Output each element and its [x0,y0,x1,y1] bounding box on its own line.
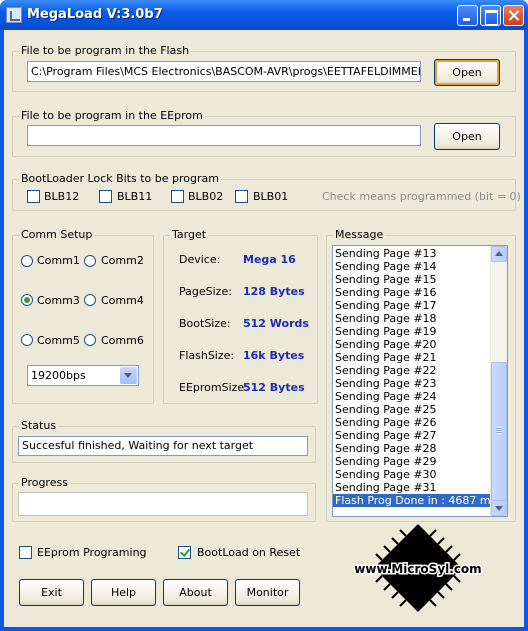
comm2-radio[interactable] [84,255,96,267]
help-button[interactable]: Help [91,579,156,606]
message-line[interactable]: Sending Page #31 [333,481,491,494]
message-line[interactable]: Sending Page #19 [333,325,491,338]
message-line[interactable]: Sending Page #20 [333,338,491,351]
message-line[interactable]: Sending Page #26 [333,416,491,429]
eeprom-programing-checkbox[interactable] [19,546,32,559]
comm5-radio[interactable] [21,334,33,346]
target-group-label: Target [170,228,209,241]
about-button[interactable]: About [163,579,228,606]
microsyl-logo: www.MicroSyl.com [338,522,498,622]
main-window: MegaLoad V:3.0b7 File to be program in t… [0,0,528,631]
app-icon[interactable] [6,7,22,23]
target-device-value: Mega 16 [243,253,296,266]
comm3-label: Comm3 [37,294,80,307]
eeprom-open-button[interactable]: Open [434,123,500,150]
flash-open-button[interactable]: Open [434,59,500,86]
eeprom-file-input[interactable] [27,125,421,146]
message-line[interactable]: Sending Page #28 [333,442,491,455]
target-flashsize-key: FlashSize: [179,349,235,362]
message-line[interactable]: Sending Page #18 [333,312,491,325]
message-lines: Sending Page #13 Sending Page #14 Sending … [333,247,496,507]
bootload-reset-label: BootLoad on Reset [197,546,301,559]
close-button[interactable] [503,5,524,26]
bootload-reset-checkbox[interactable] [178,546,191,559]
message-line[interactable]: Sending Page #13 [333,247,491,260]
comm5-label: Comm5 [37,334,80,347]
client-area: File to be program in the Flash C:\Progr… [4,30,524,627]
message-list[interactable]: Sending Page #13 Sending Page #14 Sending … [332,245,508,517]
microsyl-logo-graphic: www.MicroSyl.com [353,524,483,612]
comm2-label: Comm2 [101,254,144,267]
scroll-thumb[interactable] [491,362,507,502]
message-line[interactable]: Flash Prog Done in : 4687 ms [333,494,496,507]
exit-button[interactable]: Exit [19,579,84,606]
message-line[interactable]: Sending Page #23 [333,377,491,390]
target-bootsize-key: BootSize: [179,317,231,330]
blb11-label: BLB11 [117,190,153,203]
status-group-label: Status [19,419,59,432]
target-flashsize-value: 16k Bytes [243,349,305,362]
message-line[interactable]: Sending Page #24 [333,390,491,403]
window-title: MegaLoad V:3.0b7 [27,7,163,22]
blb12-checkbox[interactable] [27,190,40,203]
lockbits-note: Check means programmed (bit = 0) [322,190,521,203]
flash-group-label: File to be program in the Flash [19,44,192,57]
message-line[interactable]: Sending Page #22 [333,364,491,377]
comm-group-label: Comm Setup [19,228,95,241]
target-pagesize-key: PageSize: [179,285,232,298]
comm6-radio[interactable] [84,334,96,346]
eeprom-programing-label: EEprom Programing [37,546,147,559]
comm4-radio[interactable] [84,294,96,306]
message-line[interactable]: Sending Page #15 [333,273,491,286]
message-line[interactable]: Sending Page #25 [333,403,491,416]
blb12-label: BLB12 [44,190,80,203]
blb02-checkbox[interactable] [171,190,184,203]
blb01-checkbox[interactable] [235,190,248,203]
target-eepromsize-key: EEpromSize: [179,381,248,394]
message-line[interactable]: Sending Page #27 [333,429,491,442]
target-device-key: Device: [179,253,221,266]
eeprom-group-label: File to be program in the EEprom [19,109,205,122]
message-line[interactable]: Sending Page #14 [333,260,491,273]
blb11-checkbox[interactable] [99,190,112,203]
logo-text: www.MicroSyl.com [354,562,481,576]
baud-select[interactable]: 19200bps [27,365,139,386]
target-pagesize-value: 128 Bytes [243,285,305,298]
message-line[interactable]: Sending Page #30 [333,468,491,481]
comm3-radio[interactable] [21,294,33,306]
blb01-label: BLB01 [253,190,289,203]
flash-file-input[interactable]: C:\Program Files\MCS Electronics\BASCOM-… [27,61,421,82]
maximize-button[interactable] [480,5,501,26]
comm4-label: Comm4 [101,294,144,307]
message-scrollbar[interactable] [490,246,507,516]
minimize-button[interactable] [457,5,478,26]
target-bootsize-value: 512 Words [243,317,309,330]
progress-group-label: Progress [19,476,70,489]
target-eepromsize-value: 512 Bytes [243,381,305,394]
monitor-button[interactable]: Monitor [235,579,300,606]
chevron-down-icon[interactable] [120,367,137,384]
message-group-label: Message [333,228,386,241]
lockbits-group-label: BootLoader Lock Bits to be program [19,172,221,185]
message-line[interactable]: Sending Page #17 [333,299,491,312]
message-line[interactable]: Sending Page #29 [333,455,491,468]
comm1-radio[interactable] [21,255,33,267]
status-field: Succesful finished, Waiting for next tar… [18,436,308,456]
baud-select-value: 19200bps [31,369,86,382]
blb02-label: BLB02 [188,190,224,203]
progress-bar [18,492,308,516]
scroll-up-icon[interactable] [491,246,507,262]
scroll-down-icon[interactable] [491,500,507,516]
message-line[interactable]: Sending Page #21 [333,351,491,364]
comm6-label: Comm6 [101,334,144,347]
title-bar[interactable]: MegaLoad V:3.0b7 [0,0,528,30]
comm1-label: Comm1 [37,254,80,267]
message-line[interactable]: Sending Page #16 [333,286,491,299]
